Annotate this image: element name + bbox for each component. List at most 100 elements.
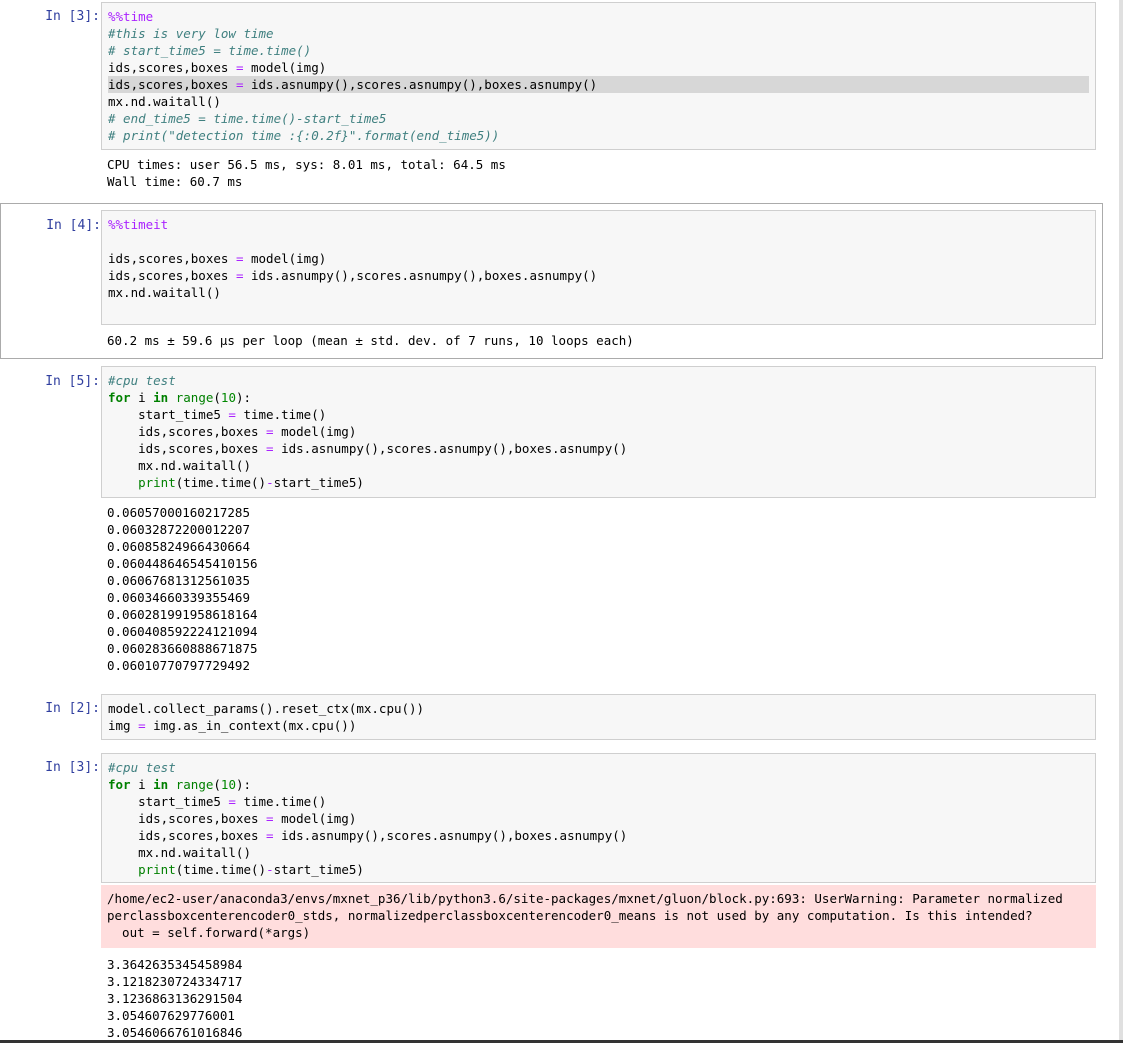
- code-token: i: [130, 390, 154, 405]
- output-line: 60.2 ms ± 59.6 µs per loop (mean ± std. …: [107, 333, 634, 348]
- code-token: ids,scores,boxes: [108, 77, 236, 92]
- code-line[interactable]: #cpu test: [108, 759, 1095, 776]
- code-token: start_time5: [108, 794, 229, 809]
- code-token: ids,scores,boxes: [108, 828, 267, 843]
- output-line: 0.060408592224121094: [107, 624, 258, 639]
- code-line[interactable]: #cpu test: [108, 372, 1095, 389]
- code-token: for: [108, 390, 131, 405]
- code-line[interactable]: ids,scores,boxes = ids.asnumpy(),scores.…: [108, 267, 1095, 284]
- code-line[interactable]: [108, 301, 1095, 318]
- stderr-line: out = self.forward(*args): [107, 925, 311, 940]
- code-cell-5[interactable]: In [3]: #cpu test for i in range(10): sta…: [0, 753, 1103, 1043]
- code-line[interactable]: for i in range(10):: [108, 389, 1095, 406]
- code-line[interactable]: #this is very low time: [108, 25, 1095, 42]
- code-token: (: [213, 390, 221, 405]
- code-token: #this is very low time: [108, 26, 274, 41]
- code-token: =: [266, 424, 274, 439]
- code-token: -: [266, 475, 274, 490]
- code-token: ):: [235, 390, 252, 405]
- code-token: start_time5): [273, 862, 364, 877]
- code-token: # end_time5 = time.time()-start_time5: [108, 111, 387, 126]
- code-line[interactable]: ids,scores,boxes = model(img): [108, 59, 1095, 76]
- code-token: 10: [220, 390, 236, 405]
- code-token: model(img): [273, 424, 357, 439]
- cell-prompt: In [3]:: [45, 9, 100, 24]
- code-line[interactable]: # end_time5 = time.time()-start_time5: [108, 110, 1095, 127]
- code-cell-1[interactable]: In [3]: %%time #this is very low time # st…: [0, 0, 1103, 200]
- code-token: ids,scores,boxes: [108, 268, 236, 283]
- output-line: 0.060281991958618164: [107, 607, 258, 622]
- code-token: ids.asnumpy(),scores.asnumpy(),boxes.asn…: [273, 828, 628, 843]
- code-line[interactable]: ids,scores,boxes = model(img): [108, 810, 1095, 827]
- code-token: range: [175, 390, 214, 405]
- vertical-scrollbar[interactable]: [1119, 0, 1123, 1043]
- code-token: (time.time(): [175, 475, 267, 490]
- code-line[interactable]: mx.nd.waitall(): [108, 844, 1095, 861]
- code-cell-4[interactable]: In [2]: model.collect_params().reset_ctx…: [0, 694, 1103, 744]
- code-line[interactable]: for i in range(10):: [108, 776, 1095, 793]
- code-token: start_time5: [108, 407, 229, 422]
- code-token: in: [153, 390, 169, 405]
- code-line[interactable]: %%time: [108, 8, 1095, 25]
- code-line[interactable]: [108, 233, 1095, 250]
- code-token: =: [266, 811, 274, 826]
- output-line: 3.0546066761016846: [107, 1025, 243, 1040]
- code-token: ids,scores,boxes: [108, 424, 267, 439]
- code-token: print: [138, 862, 176, 877]
- code-token: (time.time(): [175, 862, 267, 877]
- output-line: 0.06010770797729492: [107, 658, 250, 673]
- code-line[interactable]: start_time5 = time.time(): [108, 406, 1095, 423]
- code-token: i: [130, 777, 154, 792]
- cell-input[interactable]: model.collect_params().reset_ctx(mx.cpu(…: [101, 694, 1096, 740]
- code-token: ids.asnumpy(),scores.asnumpy(),boxes.asn…: [243, 268, 598, 283]
- code-token: model(img): [243, 251, 327, 266]
- code-token: ids.asnumpy(),scores.asnumpy(),boxes.asn…: [273, 441, 628, 456]
- code-token: mx.nd.waitall(): [108, 458, 251, 473]
- cell-input[interactable]: %%time #this is very low time # start_time…: [101, 2, 1096, 150]
- code-cell-3[interactable]: In [5]: #cpu test for i in range(10): sta…: [0, 366, 1103, 686]
- cell-input[interactable]: %%timeit ids,scores,boxes = model(img) ids…: [101, 210, 1096, 325]
- cell-input[interactable]: #cpu test for i in range(10): start_time5…: [101, 366, 1096, 498]
- code-line[interactable]: ids,scores,boxes = model(img): [108, 250, 1095, 267]
- code-line[interactable]: ids,scores,boxes = ids.asnumpy(),scores.…: [108, 76, 1089, 93]
- output-line: 3.1236863136291504: [107, 991, 243, 1006]
- code-line[interactable]: # print("detection time :{:0.2f}".format…: [108, 127, 1095, 144]
- code-token: time.time(): [235, 794, 327, 809]
- code-token: ids,scores,boxes: [108, 251, 236, 266]
- code-token: ids,scores,boxes: [108, 441, 267, 456]
- code-cell-2-selected[interactable]: In [4]: %%timeit ids,scores,boxes = model…: [0, 203, 1103, 359]
- code-token: %%timeit: [108, 217, 169, 232]
- code-token: -: [266, 862, 274, 877]
- code-line[interactable]: mx.nd.waitall(): [108, 457, 1095, 474]
- code-line[interactable]: ids,scores,boxes = ids.asnumpy(),scores.…: [108, 440, 1095, 457]
- cell-output: 60.2 ms ± 59.6 µs per loop (mean ± std. …: [107, 332, 1097, 349]
- code-token: ids,scores,boxes: [108, 60, 236, 75]
- notebook-page: In [3]: %%time #this is very low time # st…: [0, 0, 1123, 1043]
- code-line[interactable]: ids,scores,boxes = ids.asnumpy(),scores.…: [108, 827, 1095, 844]
- code-line[interactable]: %%timeit: [108, 216, 1095, 233]
- output-line: 0.060448646545410156: [107, 556, 258, 571]
- cell-input[interactable]: #cpu test for i in range(10): start_time5…: [101, 753, 1096, 883]
- stderr-line: /home/ec2-user/anaconda3/envs/mxnet_p36/…: [107, 891, 1063, 906]
- code-line[interactable]: mx.nd.waitall(): [108, 93, 1095, 110]
- code-line[interactable]: start_time5 = time.time(): [108, 793, 1095, 810]
- code-token: =: [138, 718, 146, 733]
- code-token: start_time5): [273, 475, 364, 490]
- code-line[interactable]: # start_time5 = time.time(): [108, 42, 1095, 59]
- stderr-warning-output: /home/ec2-user/anaconda3/envs/mxnet_p36/…: [101, 885, 1096, 948]
- code-token: =: [228, 407, 236, 422]
- code-line[interactable]: mx.nd.waitall(): [108, 284, 1095, 301]
- code-line[interactable]: print(time.time()-start_time5): [108, 474, 1095, 491]
- code-token: img: [108, 718, 139, 733]
- code-line[interactable]: img = img.as_in_context(mx.cpu()): [108, 717, 1095, 734]
- code-line[interactable]: model.collect_params().reset_ctx(mx.cpu(…: [108, 700, 1095, 717]
- code-token: 10: [220, 777, 236, 792]
- output-line: 0.06067681312561035: [107, 573, 250, 588]
- code-line[interactable]: ids,scores,boxes = model(img): [108, 423, 1095, 440]
- code-token: =: [266, 441, 274, 456]
- code-token: mx.nd.waitall(): [108, 94, 221, 109]
- cell-prompt: In [3]:: [45, 760, 100, 775]
- code-line[interactable]: print(time.time()-start_time5): [108, 861, 1095, 878]
- output-line: 3.1218230724334717: [107, 974, 243, 989]
